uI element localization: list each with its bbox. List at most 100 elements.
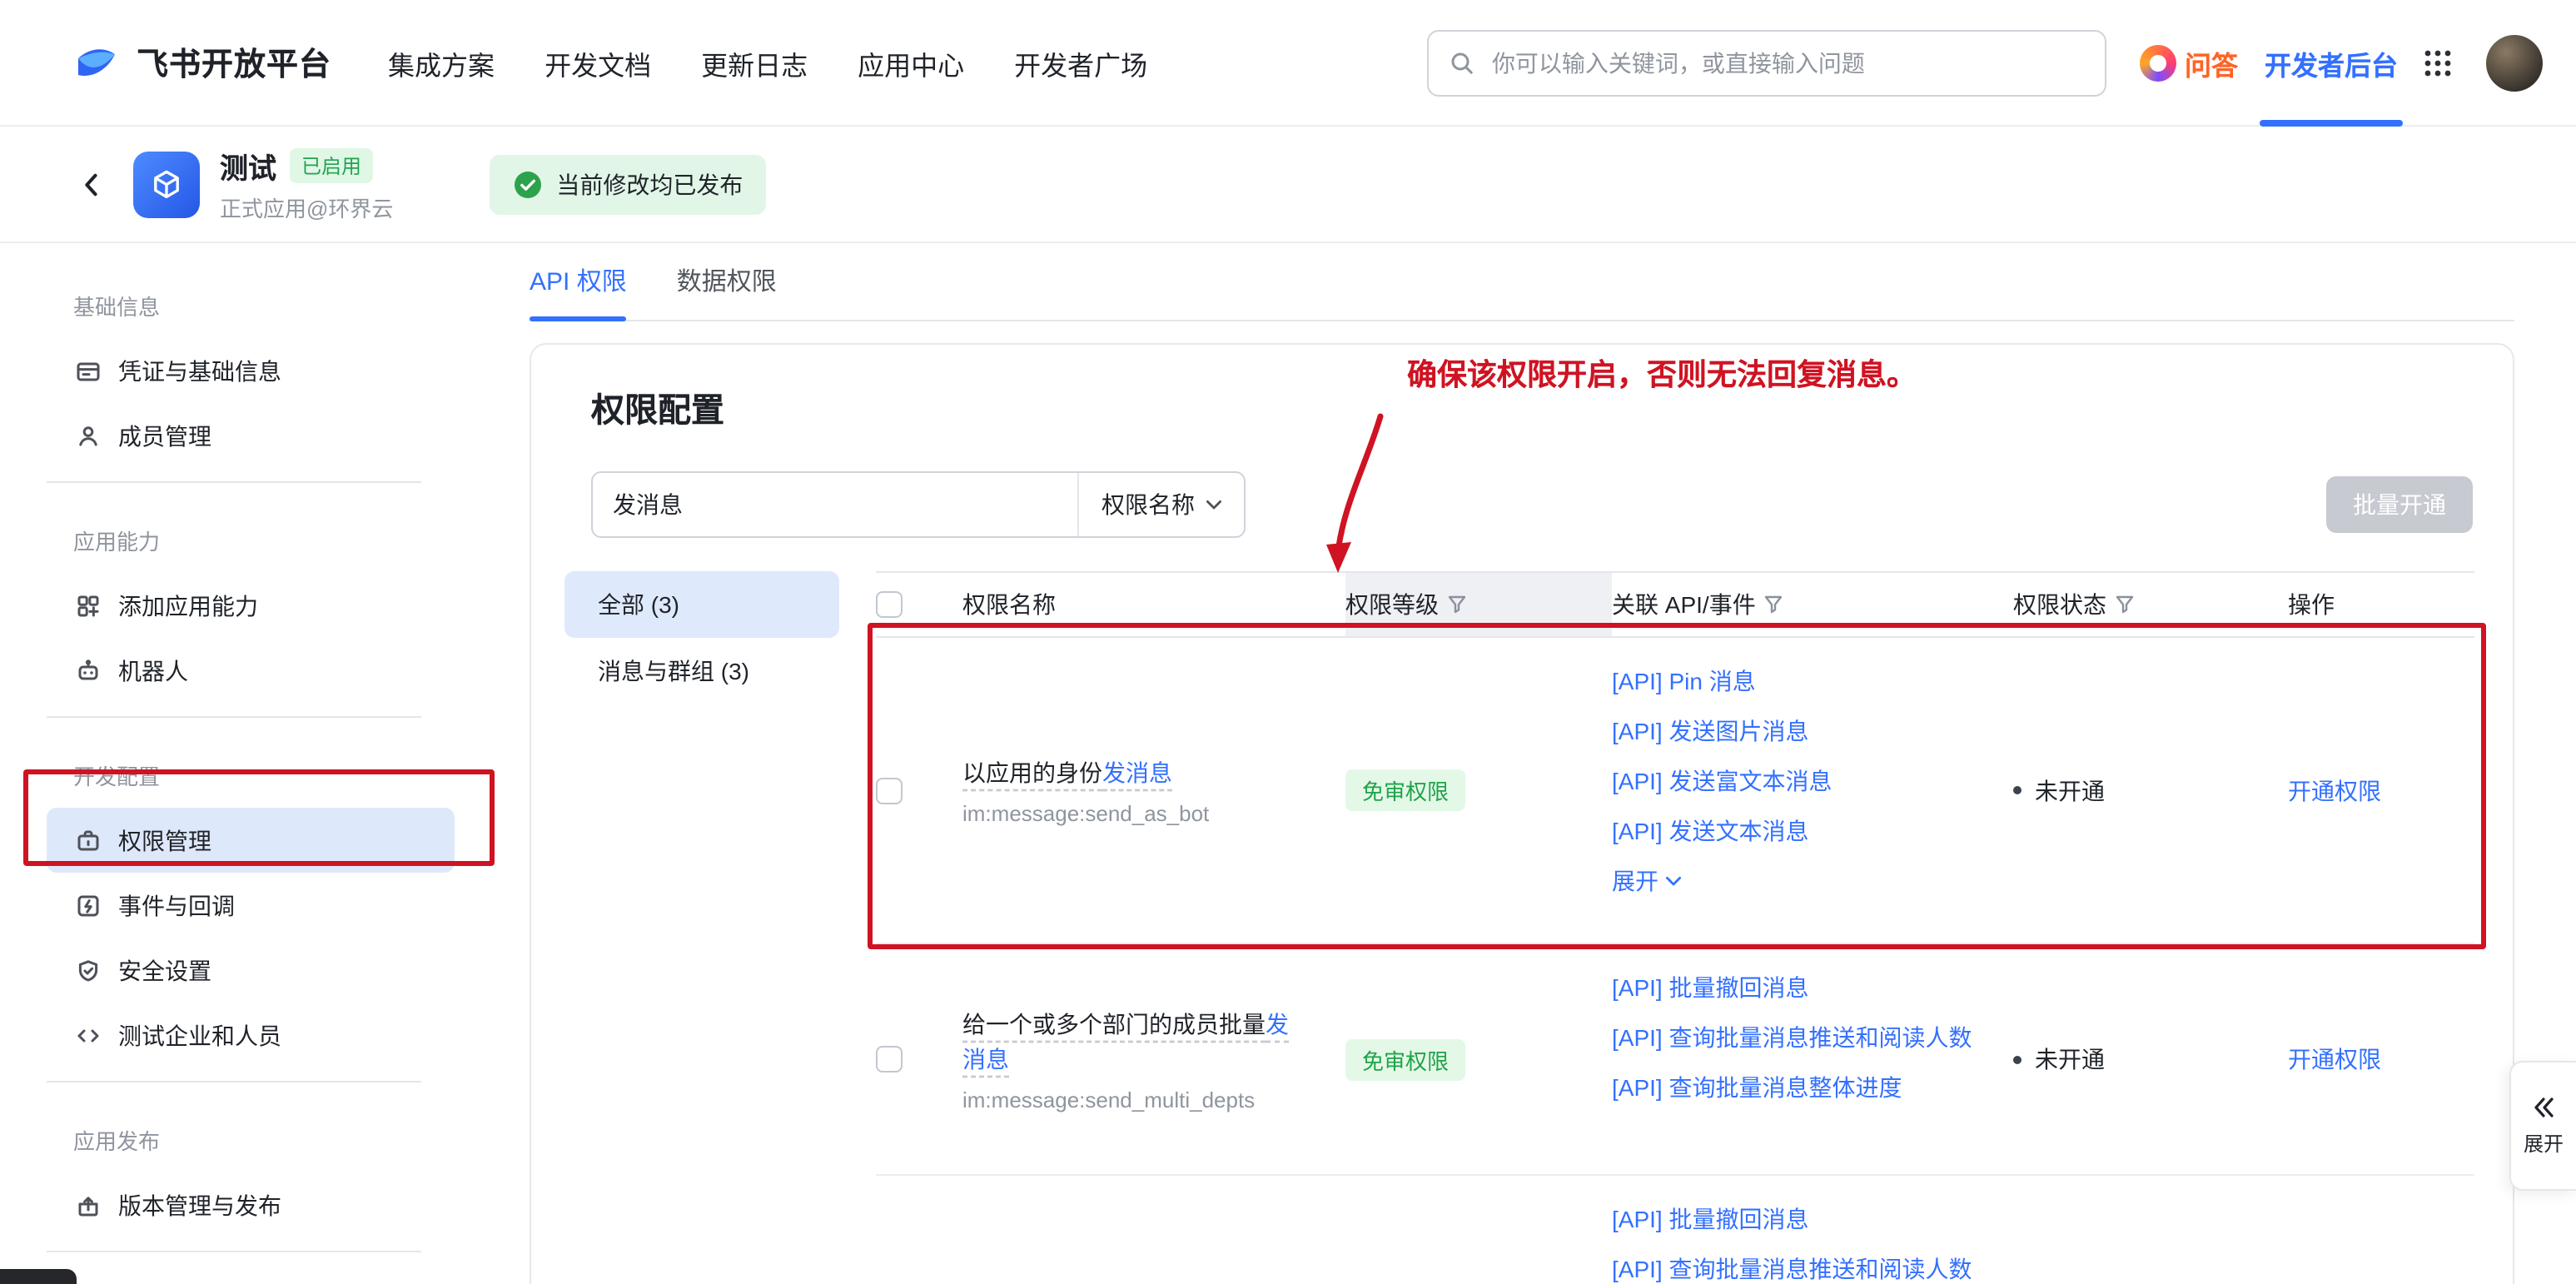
apps-grid-icon[interactable] xyxy=(2423,47,2453,77)
status-dot xyxy=(2013,1055,2022,1063)
sidebar-item-version-release[interactable]: 版本管理与发布 xyxy=(47,1172,455,1237)
filter-icon[interactable] xyxy=(1764,595,1784,615)
page-title: 权限配置 xyxy=(591,388,2473,435)
app-header: 测试 已启用 正式应用@环界云 当前修改均已发布 xyxy=(0,127,2576,243)
tab-api-permission[interactable]: API 权限 xyxy=(530,263,627,320)
user-avatar[interactable] xyxy=(2486,34,2543,91)
sidebar-section-dev-config: 开发配置 xyxy=(0,743,471,808)
permission-code: im:message:send_as_bot xyxy=(962,800,1295,825)
api-link[interactable]: [API] 发送富文本消息 xyxy=(1612,764,1987,799)
api-link[interactable]: [API] 发送文本消息 xyxy=(1612,814,1987,849)
col-header-status: 权限状态 xyxy=(2013,573,2288,636)
back-button[interactable] xyxy=(77,169,107,199)
tab-data-permission[interactable]: 数据权限 xyxy=(677,263,777,320)
permission-search-input[interactable] xyxy=(593,491,1077,518)
col-header-level: 权限等级 xyxy=(1345,573,1612,636)
shield-icon xyxy=(75,957,102,983)
add-capability-icon xyxy=(75,592,102,619)
global-search-box[interactable] xyxy=(1427,29,2106,96)
level-badge: 免审权限 xyxy=(1345,769,1465,811)
col-header-name: 权限名称 xyxy=(962,573,1345,636)
qa-link[interactable]: 问答 xyxy=(2140,42,2238,82)
brand[interactable]: 飞书开放平台 xyxy=(73,39,331,86)
sidebar-section-capability: 应用能力 xyxy=(0,508,471,573)
sidebar-divider xyxy=(0,481,471,508)
publish-status-text: 当前修改均已发布 xyxy=(556,167,743,201)
api-link[interactable]: [API] Pin 消息 xyxy=(1612,664,1987,699)
qa-icon xyxy=(2140,44,2176,81)
api-link[interactable]: [API] 批量撤回消息 xyxy=(1612,1202,1987,1237)
id-card-icon xyxy=(75,357,102,384)
sidebar-item-robot[interactable]: 机器人 xyxy=(47,638,455,703)
annotation-tip-text: 确保该权限开启，否则无法回复消息。 xyxy=(1407,351,1917,395)
main-area: API 权限 数据权限 权限配置 权限名称 xyxy=(471,243,2576,1284)
global-search-input[interactable] xyxy=(1489,47,2085,77)
nav-item-docs[interactable]: 开发文档 xyxy=(545,42,651,82)
sidebar-item-events-callbacks[interactable]: 事件与回调 xyxy=(47,873,455,938)
expand-widget-label: 展开 xyxy=(2524,1128,2564,1157)
sidebar-item-test-org[interactable]: 测试企业和人员 xyxy=(47,1003,455,1068)
event-callback-icon xyxy=(75,892,102,918)
batch-grant-button[interactable]: 批量开通 xyxy=(2326,476,2473,533)
sidebar-item-add-capability[interactable]: 添加应用能力 xyxy=(47,573,455,638)
app-meta: 测试 已启用 正式应用@环界云 xyxy=(220,145,393,223)
api-link[interactable]: [API] 查询批量消息推送和阅读人数 xyxy=(1612,1252,1987,1284)
permission-config-card: 权限配置 权限名称 批量开通 xyxy=(530,343,2514,1284)
row-checkbox[interactable] xyxy=(876,777,903,804)
qa-label: 问答 xyxy=(2185,42,2238,82)
grant-permission-link[interactable]: 开通权限 xyxy=(2288,777,2381,804)
app-name: 测试 xyxy=(220,145,276,187)
api-link[interactable]: [API] 批量撤回消息 xyxy=(1612,971,1987,1006)
select-all-checkbox[interactable] xyxy=(876,591,903,618)
permission-category-nav: 全部 (3) 消息与群组 (3) xyxy=(564,571,839,1284)
nav-item-dev-plaza[interactable]: 开发者广场 xyxy=(1014,42,1147,82)
sidebar-section-release: 应用发布 xyxy=(0,1107,471,1172)
permission-search-group: 权限名称 xyxy=(591,471,1246,538)
category-message-group[interactable]: 消息与群组 (3) xyxy=(564,638,839,704)
sidebar: 基础信息 凭证与基础信息 成员管理 应用能力 添加应用能力 机器人 开发配置 xyxy=(0,243,471,1284)
developer-console-link[interactable]: 开发者后台 xyxy=(2265,0,2398,126)
feishu-open-platform-console: 飞书开放平台 集成方案 开发文档 更新日志 应用中心 开发者广场 问答 开发者后… xyxy=(0,0,2576,1284)
sidebar-expand-widget[interactable]: 展开 xyxy=(2509,1061,2576,1191)
robot-icon xyxy=(75,657,102,684)
nav-item-integration[interactable]: 集成方案 xyxy=(388,42,495,82)
category-all[interactable]: 全部 (3) xyxy=(564,571,839,638)
permission-code: im:message:send_multi_depts xyxy=(962,1087,1295,1112)
briefcase-lock-icon xyxy=(75,827,102,854)
double-chevron-left-icon xyxy=(2531,1095,2556,1118)
api-link[interactable]: [API] 查询批量消息整体进度 xyxy=(1612,1071,1987,1106)
api-link[interactable]: [API] 查询批量消息推送和阅读人数 xyxy=(1612,1021,1987,1056)
search-icon xyxy=(1449,49,1475,76)
publish-box-icon xyxy=(75,1192,102,1218)
chevron-down-icon xyxy=(1205,499,1221,510)
app-icon xyxy=(133,151,200,217)
nav-menu: 集成方案 开发文档 更新日志 应用中心 开发者广场 xyxy=(388,42,1147,82)
chevron-down-icon xyxy=(1665,876,1682,888)
app-subtitle: 正式应用@环界云 xyxy=(220,192,393,223)
nav-item-changelog[interactable]: 更新日志 xyxy=(701,42,808,82)
sidebar-item-credentials[interactable]: 凭证与基础信息 xyxy=(47,338,455,403)
check-circle-icon xyxy=(513,169,543,199)
filter-icon[interactable] xyxy=(2115,595,2135,615)
nav-item-app-center[interactable]: 应用中心 xyxy=(858,42,964,82)
sidebar-item-permission-management[interactable]: 权限管理 xyxy=(47,808,455,873)
permission-tabs: API 权限 数据权限 xyxy=(530,243,2514,321)
bottom-left-cutoff-element xyxy=(0,1269,77,1284)
expand-apis-link[interactable]: 展开 xyxy=(1612,864,1987,899)
permission-name-link[interactable]: 发消息 xyxy=(1102,759,1172,785)
sidebar-item-members[interactable]: 成员管理 xyxy=(47,403,455,468)
permission-name: 以应用的身份发消息 xyxy=(962,755,1295,790)
row-checkbox[interactable] xyxy=(876,1046,903,1072)
col-header-apis: 关联 API/事件 xyxy=(1612,573,2013,636)
search-field-select[interactable]: 权限名称 xyxy=(1079,488,1244,521)
sidebar-divider xyxy=(0,716,471,743)
sidebar-item-security-settings[interactable]: 安全设置 xyxy=(47,938,455,1003)
brand-name: 飞书开放平台 xyxy=(137,40,331,85)
permission-name: 给一个或多个部门的成员批量发消息 xyxy=(962,1007,1295,1077)
code-brackets-icon xyxy=(75,1022,102,1048)
status-dot xyxy=(2013,786,2022,794)
top-navbar: 飞书开放平台 集成方案 开发文档 更新日志 应用中心 开发者广场 问答 开发者后… xyxy=(0,0,2576,127)
grant-permission-link[interactable]: 开通权限 xyxy=(2288,1046,2381,1072)
api-link[interactable]: [API] 发送图片消息 xyxy=(1612,714,1987,749)
filter-icon[interactable] xyxy=(1447,595,1467,615)
